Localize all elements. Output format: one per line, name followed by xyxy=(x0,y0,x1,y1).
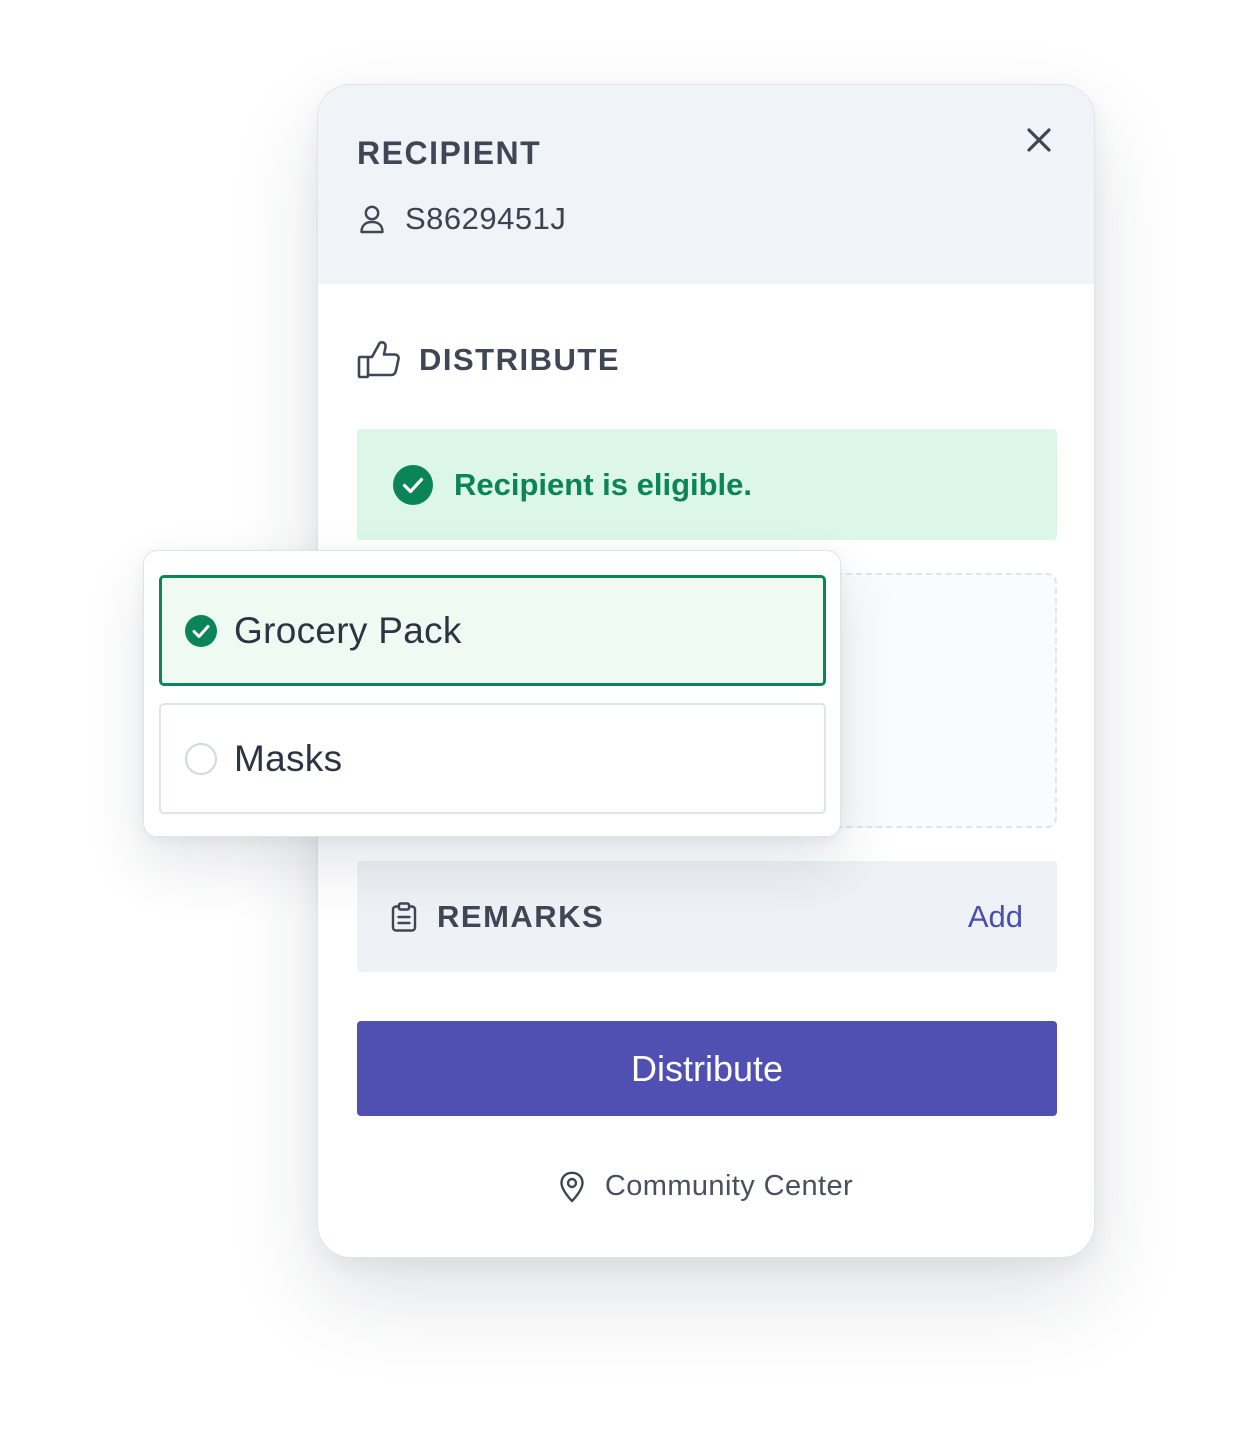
thumbs-up-icon xyxy=(357,341,400,379)
map-pin-icon xyxy=(560,1171,584,1202)
remarks-bar: REMARKS Add xyxy=(357,861,1057,972)
remarks-label: REMARKS xyxy=(437,898,605,934)
distribute-section-title: DISTRIBUTE xyxy=(419,342,620,377)
check-circle-icon xyxy=(185,614,217,647)
eligibility-banner: Recipient is eligible. xyxy=(357,429,1057,540)
option-grocery-pack[interactable]: Grocery Pack xyxy=(159,575,826,686)
close-button[interactable] xyxy=(1024,125,1054,155)
check-circle-icon xyxy=(393,464,433,505)
location-label: Community Center xyxy=(604,1170,854,1202)
distribute-button[interactable]: Distribute xyxy=(357,1021,1057,1116)
clipboard-icon xyxy=(391,901,417,932)
close-icon xyxy=(1027,128,1051,152)
recipient-header: RECIPIENT S8629451J xyxy=(318,85,1094,284)
item-select-popover: Grocery Pack Masks xyxy=(143,550,841,837)
recipient-id-row: S8629451J xyxy=(359,201,566,237)
option-masks[interactable]: Masks xyxy=(159,703,826,814)
eligibility-message: Recipient is eligible. xyxy=(454,466,753,502)
stage: RECIPIENT S8629451J DISTRIBUTE Recipient… xyxy=(0,0,1250,1456)
user-icon xyxy=(360,205,384,234)
location-row: Community Center xyxy=(318,1170,1094,1203)
recipient-id: S8629451J xyxy=(405,201,567,236)
recipient-heading: RECIPIENT xyxy=(357,135,542,171)
radio-empty-icon xyxy=(184,742,218,775)
option-label: Masks xyxy=(234,737,343,779)
distribute-section-header: DISTRIBUTE xyxy=(357,340,620,380)
option-label: Grocery Pack xyxy=(234,609,462,651)
add-remarks-link[interactable]: Add xyxy=(968,899,1023,935)
